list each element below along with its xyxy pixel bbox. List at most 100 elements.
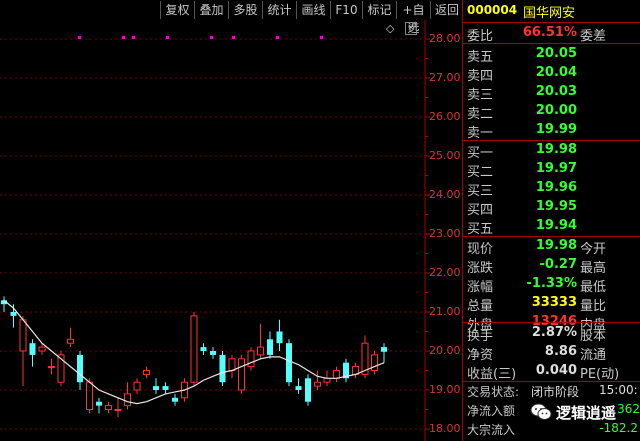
netflow-label: 净流入额 — [467, 404, 516, 418]
candle-body-up — [190, 315, 198, 383]
buy-row: 买一 19.98 — [463, 141, 640, 161]
sell-row: 卖一 19.99 — [463, 121, 640, 141]
y-tick-label: 20.00 — [429, 344, 461, 357]
candle-body-up — [133, 381, 141, 391]
stat-value: 19.98 — [535, 238, 577, 253]
stat-row: 总量 33333 量比 — [463, 294, 640, 314]
candle-body-down — [162, 386, 169, 390]
buy-row: 买二 19.97 — [463, 160, 640, 180]
y-tick-label: 28.00 — [429, 32, 461, 45]
candle-body-down — [29, 343, 36, 355]
stat2-value: 0.040 — [535, 363, 577, 378]
block-flow-label: 大宗流入 — [467, 423, 516, 437]
candle-body-down — [10, 312, 17, 316]
overlay-button[interactable]: 叠加 — [194, 1, 228, 19]
sell-label: 卖五 — [467, 50, 494, 65]
marker-dot — [320, 36, 323, 39]
kline-svg — [0, 20, 430, 441]
buy-price: 19.97 — [535, 161, 577, 176]
stat-label-2: 最高 — [580, 261, 607, 276]
y-tick-label: 25.00 — [429, 149, 461, 162]
candle-body-up — [333, 370, 340, 379]
divider — [463, 22, 640, 23]
draw-line-button[interactable]: 画线 — [296, 1, 330, 19]
candle-body-up — [38, 346, 46, 352]
divider — [463, 322, 640, 323]
sell-row: 卖三 20.03 — [463, 83, 640, 103]
divider — [463, 43, 640, 44]
candle-body-up — [247, 350, 255, 368]
diamond-icon[interactable]: ◇ — [386, 22, 394, 35]
candle-body-up — [124, 393, 131, 407]
chart-toolbar: 复权 叠加 多股 统计 画线 F10 标记 +自选 返回 — [0, 0, 463, 35]
candle-body-down — [219, 354, 226, 383]
f10-button[interactable]: F10 — [330, 1, 362, 19]
stat-value: 33333 — [531, 295, 577, 310]
stat-label: 现价 — [467, 242, 494, 257]
stat-value: -0.27 — [539, 257, 577, 272]
stat-label: 总量 — [467, 299, 494, 314]
stat2-label: 收益(三) — [467, 367, 517, 382]
buy-row: 买五 19.94 — [463, 217, 640, 237]
weicha-label: 委差 — [580, 29, 607, 44]
stat2-row: 收益(三) 0.040 PE(动) — [463, 362, 640, 382]
candle-body-up — [228, 358, 236, 371]
stat2-label-2: 股本 — [580, 329, 607, 344]
marker-dot — [276, 36, 279, 39]
watermark-text: 逻辑逍遥 — [556, 404, 617, 422]
kline-chart[interactable]: ◇ × 28.00 27.00 26.00 25.00 24.00 23.00 … — [0, 20, 463, 441]
candle-body-up — [238, 358, 245, 391]
weibi-label: 委比 — [467, 29, 494, 44]
watermark: 逻辑逍遥 — [530, 399, 638, 425]
candle-body-down — [200, 347, 207, 351]
close-icon[interactable]: × — [405, 22, 417, 35]
buy-label: 买四 — [467, 203, 494, 218]
stat2-row: 换手 2.87% 股本 — [463, 324, 640, 344]
back-button[interactable]: 返回 — [430, 1, 463, 19]
candle-body-up — [143, 370, 150, 375]
stat2-label-2: 流通 — [580, 348, 607, 363]
marker-dot — [166, 36, 169, 39]
candle-body-up — [48, 366, 55, 369]
mark-button[interactable]: 标记 — [362, 1, 396, 19]
sell-label: 卖四 — [467, 69, 494, 84]
weibi-row: 委比 66.51% 委差 — [463, 24, 640, 44]
sell-price: 20.03 — [535, 84, 577, 99]
stat-label: 涨跌 — [467, 261, 494, 276]
weibi-value: 66.51% — [522, 25, 577, 40]
y-tick-label: 26.00 — [429, 110, 461, 123]
trade-status-row: 交易状态: 闭市阶段 15:00: — [463, 382, 640, 400]
candle-body-down — [305, 378, 311, 402]
candle-body-up — [67, 338, 74, 344]
sell-price: 20.04 — [535, 65, 577, 80]
candle-body-up — [371, 354, 378, 371]
marker-dot — [232, 36, 235, 39]
buy-price: 19.95 — [535, 199, 577, 214]
candle-body-down — [276, 331, 283, 344]
stock-header: 000004 国华网安 — [463, 0, 640, 21]
fuquan-button[interactable]: 复权 — [160, 1, 194, 19]
sell-row: 卖四 20.04 — [463, 64, 640, 84]
multi-stock-button[interactable]: 多股 — [228, 1, 262, 19]
sell-price: 20.00 — [535, 103, 577, 118]
stat-label-2: 今开 — [580, 242, 607, 257]
stat2-label: 净资 — [467, 348, 494, 363]
trade-status-time: 15:00: — [599, 383, 638, 397]
buy-row: 买四 19.95 — [463, 198, 640, 218]
candle-body-down — [77, 354, 83, 383]
candle-body-down — [172, 397, 178, 402]
sell-label: 卖一 — [467, 126, 494, 141]
trade-status-label: 交易状态: — [467, 385, 520, 399]
sell-row: 卖五 20.05 — [463, 45, 640, 65]
buy-label: 买一 — [467, 146, 494, 161]
buy-label: 买二 — [467, 165, 494, 180]
stock-code: 000004 — [467, 3, 518, 17]
statistics-button[interactable]: 统计 — [262, 1, 296, 19]
marker-dot — [210, 36, 213, 39]
stat2-value: 2.87% — [531, 325, 577, 340]
candle-body-up — [105, 405, 112, 411]
sell-row: 卖二 20.00 — [463, 102, 640, 122]
stat-row: 涨跌 -0.27 最高 — [463, 256, 640, 276]
stat2-value: 8.86 — [544, 344, 577, 359]
add-favorite-button[interactable]: +自选 — [396, 1, 430, 35]
